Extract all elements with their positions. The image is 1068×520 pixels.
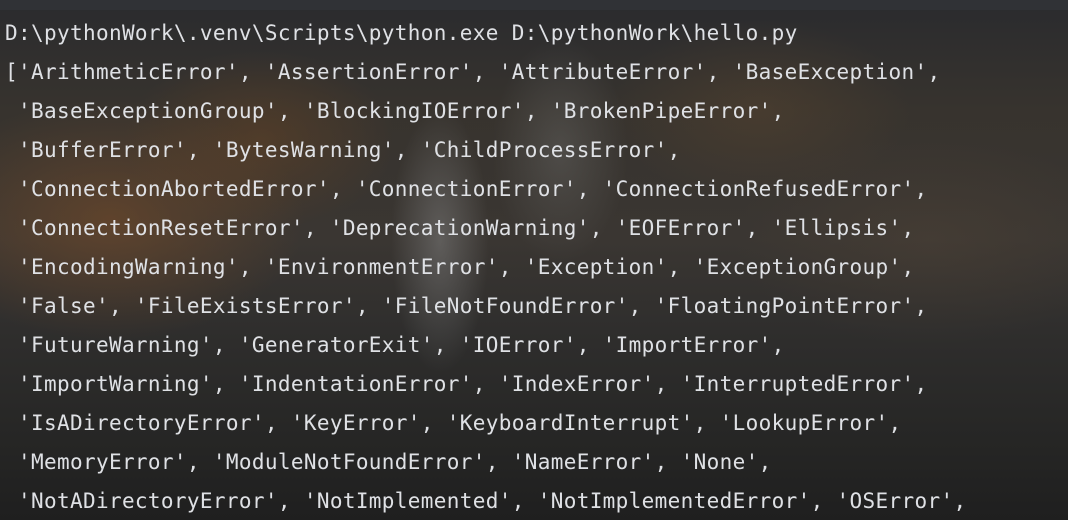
output-line: 'BaseExceptionGroup', 'BlockingIOError',… xyxy=(5,99,785,123)
output-line: 'IsADirectoryError', 'KeyError', 'Keyboa… xyxy=(5,411,902,435)
output-line: 'BufferError', 'BytesWarning', 'ChildPro… xyxy=(5,138,681,162)
command-line: D:\pythonWork\.venv\Scripts\python.exe D… xyxy=(5,21,798,45)
output-line: 'ConnectionResetError', 'DeprecationWarn… xyxy=(5,216,915,240)
output-line: 'EncodingWarning', 'EnvironmentError', '… xyxy=(5,255,915,279)
output-line: 'MemoryError', 'ModuleNotFoundError', 'N… xyxy=(5,450,772,474)
console-top-edge xyxy=(0,0,1068,10)
output-line: 'False', 'FileExistsError', 'FileNotFoun… xyxy=(5,294,928,318)
output-line: 'ConnectionAbortedError', 'ConnectionErr… xyxy=(5,177,928,201)
output-line: 'ImportWarning', 'IndentationError', 'In… xyxy=(5,372,928,396)
output-line: ['ArithmeticError', 'AssertionError', 'A… xyxy=(5,60,941,84)
run-console[interactable]: D:\pythonWork\.venv\Scripts\python.exe D… xyxy=(0,0,1068,520)
output-line: 'NotADirectoryError', 'NotImplemented', … xyxy=(5,489,967,513)
output-line: 'FutureWarning', 'GeneratorExit', 'IOErr… xyxy=(5,333,785,357)
console-output[interactable]: D:\pythonWork\.venv\Scripts\python.exe D… xyxy=(0,21,1068,520)
